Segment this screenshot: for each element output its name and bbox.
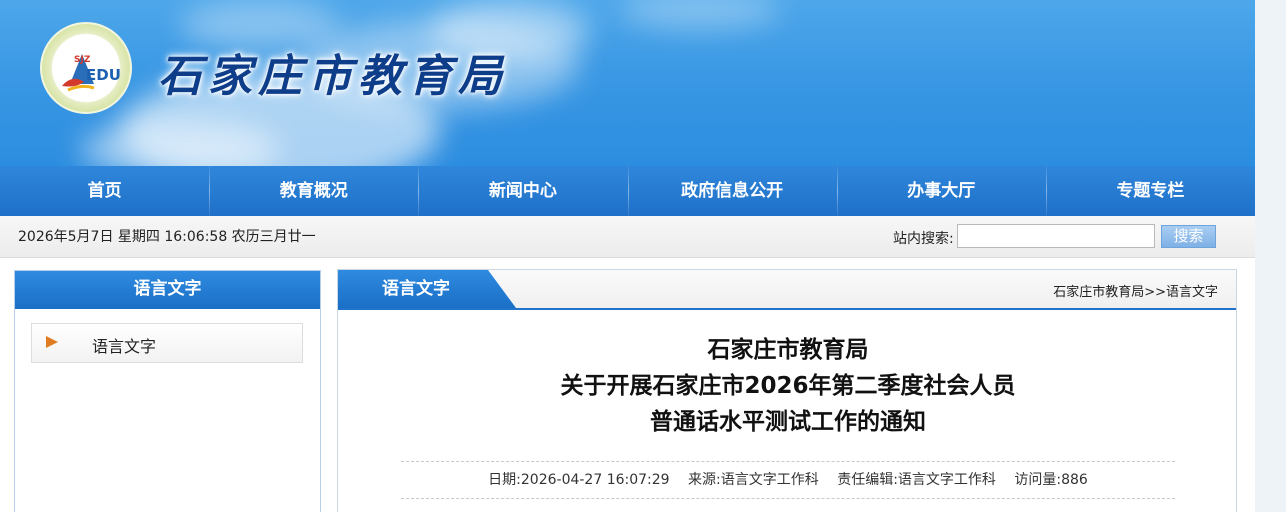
panel-tab-label: 语言文字 — [382, 279, 450, 299]
arrow-right-icon — [46, 336, 58, 348]
sidebar-item-language[interactable]: 语言文字 — [31, 323, 303, 363]
current-datetime: 2026年5月7日 星期四 16:06:58 农历三月廿一 — [18, 229, 316, 245]
article-panel: 语言文字 石家庄市教育局>>语言文字 石家庄市教育局 关于开展石家庄市2026年… — [337, 269, 1237, 512]
nav-item-gov-info[interactable]: 政府信息公开 — [627, 166, 837, 216]
sidebar-item-label: 语言文字 — [92, 337, 157, 356]
article-title: 石家庄市教育局 关于开展石家庄市2026年第二季度社会人员 普通话水平测试工作的… — [338, 332, 1238, 440]
header-banner: EDU SJZ 石家庄市教育局 — [0, 0, 1255, 166]
search-input[interactable] — [957, 224, 1155, 248]
site-logo-icon[interactable]: EDU SJZ — [40, 22, 132, 114]
search-button[interactable]: 搜索 — [1161, 225, 1216, 248]
article-meta: 日期:2026-04-27 16:07:29 来源:语言文字工作科 责任编辑:语… — [401, 461, 1175, 499]
meta-date: 日期:2026-04-27 16:07:29 — [488, 472, 670, 488]
meta-visits: 访问量:886 — [1014, 472, 1088, 488]
logo-mark-text: SJZ — [74, 55, 91, 65]
meta-source: 来源:语言文字工作科 — [688, 472, 819, 488]
meta-editor: 责任编辑:语言文字工作科 — [837, 472, 996, 488]
cloud-decoration — [620, 0, 780, 30]
article-title-line: 关于开展石家庄市2026年第二季度社会人员 — [560, 373, 1016, 399]
info-bar: 2026年5月7日 星期四 16:06:58 农历三月廿一 站内搜索: 搜索 — [0, 216, 1255, 258]
page-edge — [1255, 0, 1286, 512]
panel-tab[interactable]: 语言文字 — [338, 270, 518, 308]
panel-header: 语言文字 石家庄市教育局>>语言文字 — [338, 270, 1236, 310]
sidebar: 语言文字 语言文字 — [14, 270, 321, 512]
nav-item-overview[interactable]: 教育概况 — [209, 166, 418, 216]
nav-item-home[interactable]: 首页 — [0, 166, 209, 216]
search-label: 站内搜索: — [893, 231, 954, 247]
main-nav: 首页 教育概况 新闻中心 政府信息公开 办事大厅 专题专栏 — [0, 166, 1255, 216]
logo-edu-text: EDU — [86, 66, 121, 84]
nav-item-news[interactable]: 新闻中心 — [418, 166, 627, 216]
site-title: 石家庄市教育局 — [158, 51, 508, 102]
sidebar-title: 语言文字 — [15, 271, 320, 309]
nav-item-special[interactable]: 专题专栏 — [1045, 166, 1255, 216]
article-title-line: 石家庄市教育局 — [707, 337, 869, 363]
article-title-line: 普通话水平测试工作的通知 — [650, 409, 926, 435]
breadcrumb[interactable]: 石家庄市教育局>>语言文字 — [1053, 281, 1218, 300]
nav-item-services[interactable]: 办事大厅 — [836, 166, 1046, 216]
